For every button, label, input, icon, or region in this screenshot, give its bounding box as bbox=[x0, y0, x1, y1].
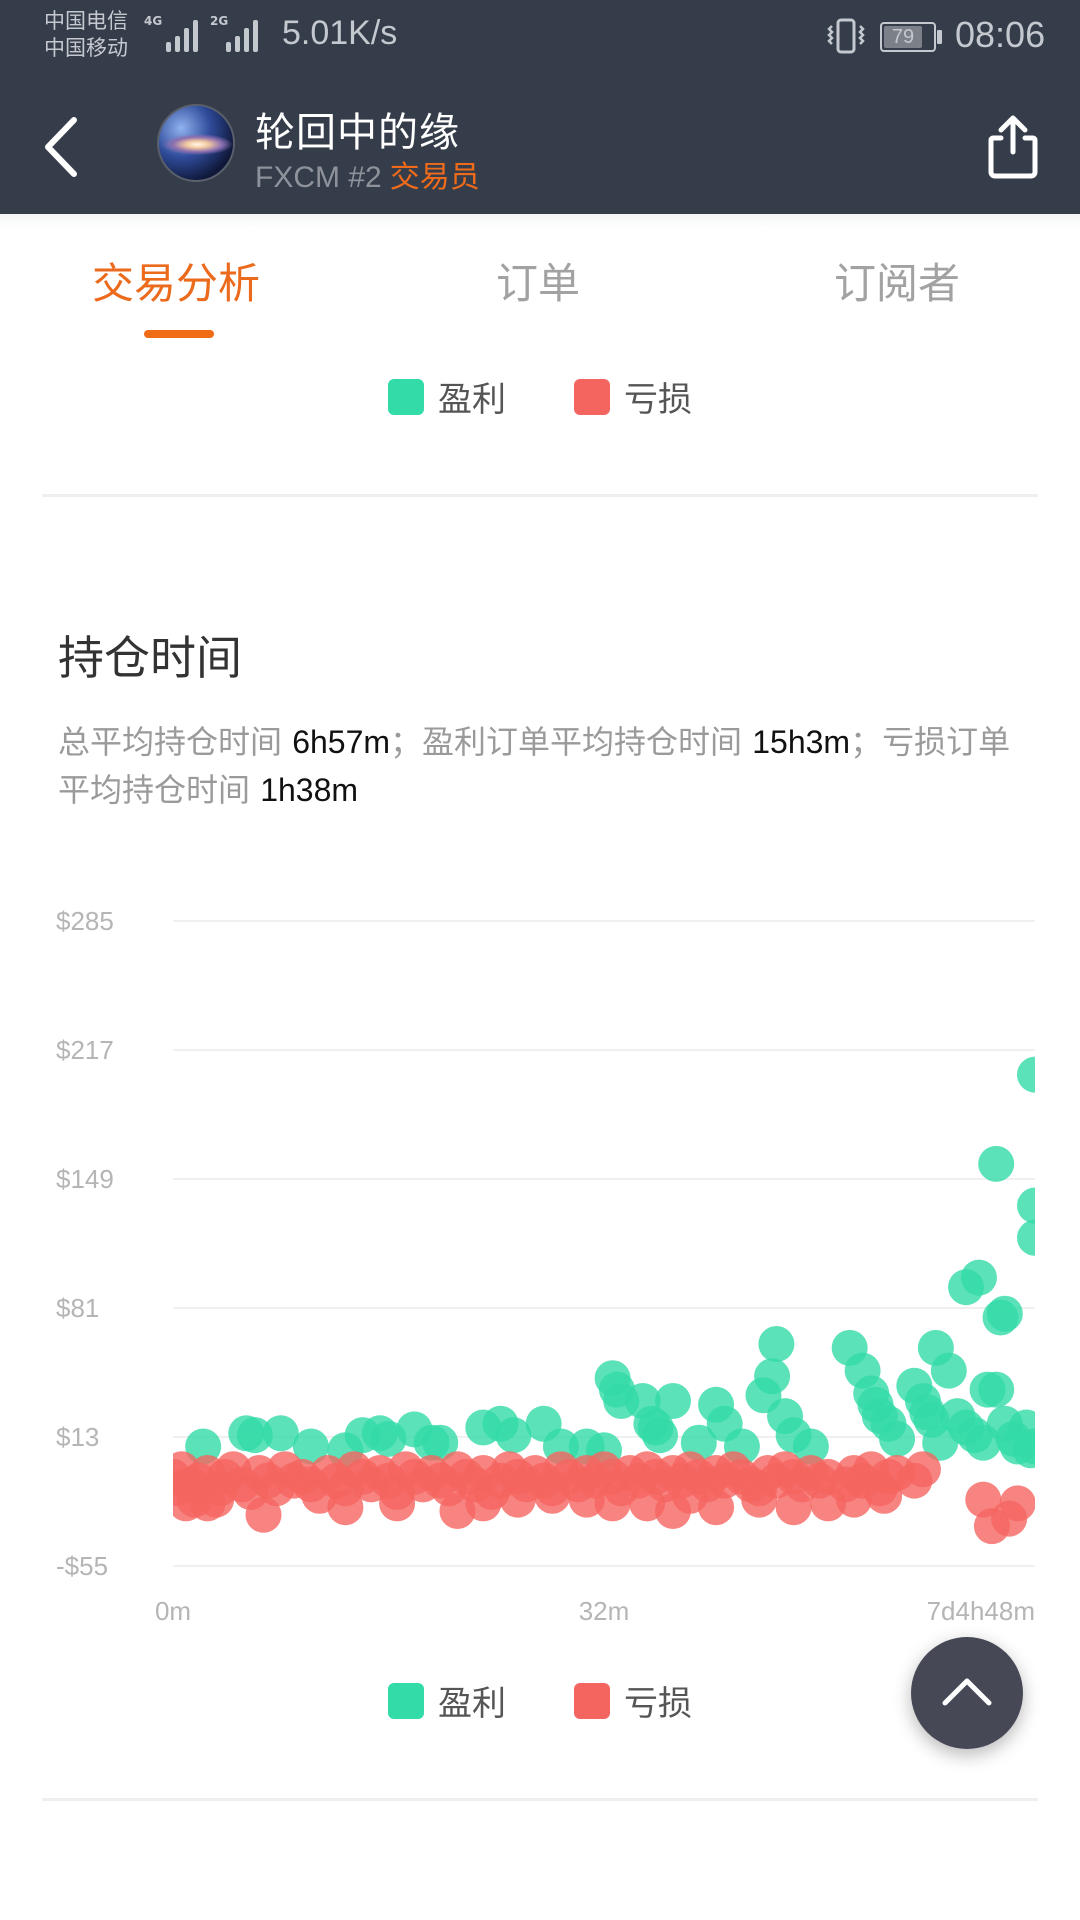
loss-point[interactable] bbox=[189, 1485, 226, 1522]
share-icon bbox=[988, 115, 1038, 179]
chevron-left-icon bbox=[45, 117, 77, 177]
header-shadow bbox=[0, 214, 1080, 228]
trader-subtitle: FXCM #2 交易员 bbox=[255, 152, 480, 196]
profit-swatch bbox=[388, 1682, 424, 1719]
y-tick-label: $81 bbox=[56, 1293, 99, 1323]
profit-point[interactable] bbox=[642, 1417, 679, 1454]
profit-point[interactable] bbox=[1017, 1219, 1053, 1256]
y-tick-label: $217 bbox=[56, 1035, 114, 1065]
share-button[interactable] bbox=[983, 114, 1043, 180]
tab-subscribers[interactable]: 订阅者 bbox=[834, 250, 960, 311]
avg-holding-loss: 1h38m bbox=[260, 772, 359, 808]
loss-swatch bbox=[574, 1682, 610, 1719]
battery-tip bbox=[937, 30, 942, 44]
loss-point[interactable] bbox=[379, 1485, 416, 1522]
signal-2g-icon: 2G bbox=[210, 14, 258, 52]
data-points bbox=[173, 1056, 1053, 1545]
x-tick-label: 0m bbox=[155, 1596, 191, 1626]
y-tick-label: $13 bbox=[56, 1422, 99, 1452]
carrier-labels: 中国电信 中国移动 bbox=[44, 8, 128, 62]
signal-4g-icon: 4G bbox=[144, 14, 198, 52]
avg-holding-all: 6h57m bbox=[292, 724, 391, 760]
profit-point[interactable] bbox=[879, 1420, 916, 1457]
x-tick-label: 32m bbox=[579, 1596, 630, 1626]
holding-time-scatter-chart: $285 $217 $149 $81 $13 -$55 0m 32m 7d4h48m bbox=[0, 880, 1080, 1640]
profit-point[interactable] bbox=[960, 1259, 997, 1296]
role-badge: 交易员 bbox=[389, 160, 480, 195]
back-button[interactable] bbox=[36, 112, 92, 182]
loss-point[interactable] bbox=[534, 1477, 571, 1514]
x-axis: 0m 32m 7d4h48m bbox=[155, 1596, 1035, 1626]
profit-point[interactable] bbox=[654, 1382, 691, 1419]
profit-swatch bbox=[388, 378, 424, 415]
avatar[interactable] bbox=[157, 104, 235, 182]
loss-point[interactable] bbox=[904, 1451, 941, 1488]
section-divider-bottom bbox=[42, 1798, 1038, 1801]
loss-point[interactable] bbox=[465, 1485, 502, 1522]
carrier-2: 中国移动 bbox=[44, 36, 128, 60]
profit-point[interactable] bbox=[1017, 1187, 1053, 1224]
loss-point[interactable] bbox=[327, 1489, 364, 1526]
legend-top: 盈利 亏损 bbox=[0, 372, 1080, 421]
scatter-svg: $285 $217 $149 $81 $13 -$55 0m 32m 7d4h48m bbox=[56, 906, 1053, 1626]
tab-bar: 交易分析 订单 订阅者 bbox=[0, 250, 1080, 340]
status-bar: 中国电信 中国移动 4G 2G 5.01K/s 79 08:06 bbox=[0, 0, 1080, 78]
y-tick-label: $149 bbox=[56, 1164, 114, 1194]
section-title: 持仓时间 bbox=[58, 631, 242, 685]
loss-point[interactable] bbox=[245, 1496, 282, 1533]
section-divider bbox=[42, 494, 1038, 497]
battery-icon: 79 bbox=[880, 22, 936, 52]
legend-item-profit[interactable]: 盈利 bbox=[388, 1676, 506, 1725]
chevron-up-icon bbox=[942, 1678, 992, 1706]
profit-point[interactable] bbox=[1017, 1428, 1053, 1465]
loss-point[interactable] bbox=[866, 1477, 903, 1514]
profit-point[interactable] bbox=[754, 1358, 791, 1395]
broker-label: FXCM #2 bbox=[255, 161, 382, 194]
profit-point[interactable] bbox=[1017, 1056, 1053, 1093]
profit-point[interactable] bbox=[978, 1145, 1015, 1182]
app-header: 轮回中的缘 FXCM #2 交易员 bbox=[0, 78, 1080, 214]
loss-point[interactable] bbox=[698, 1489, 735, 1526]
loss-point[interactable] bbox=[999, 1485, 1036, 1522]
loss-swatch bbox=[574, 378, 610, 415]
active-tab-indicator bbox=[144, 330, 214, 338]
profit-point[interactable] bbox=[758, 1326, 795, 1363]
y-axis: $285 $217 $149 $81 $13 -$55 bbox=[56, 906, 114, 1581]
tab-trade-analysis[interactable]: 交易分析 bbox=[92, 250, 260, 311]
avg-holding-profit: 15h3m bbox=[752, 724, 851, 760]
battery-level: 79 bbox=[884, 26, 922, 48]
loss-point[interactable] bbox=[594, 1485, 631, 1522]
legend-item-profit[interactable]: 盈利 bbox=[388, 372, 506, 421]
profit-point[interactable] bbox=[978, 1371, 1015, 1408]
profit-point[interactable] bbox=[986, 1295, 1023, 1332]
scroll-to-top-button[interactable] bbox=[911, 1637, 1023, 1749]
profit-point[interactable] bbox=[930, 1352, 967, 1389]
x-tick-label: 7d4h48m bbox=[927, 1596, 1035, 1626]
clock: 08:06 bbox=[955, 14, 1046, 55]
vibrate-icon bbox=[827, 18, 865, 54]
loss-point[interactable] bbox=[775, 1489, 812, 1526]
y-tick-label: $285 bbox=[56, 906, 114, 936]
tab-orders[interactable]: 订单 bbox=[496, 250, 580, 311]
holding-summary: 总平均持仓时间 6h57m；盈利订单平均持仓时间 15h3m；亏损订单平均持仓时… bbox=[58, 723, 1011, 809]
loss-point[interactable] bbox=[741, 1481, 778, 1518]
carrier-1: 中国电信 bbox=[44, 9, 128, 33]
trader-name: 轮回中的缘 bbox=[255, 110, 460, 156]
legend-item-loss[interactable]: 亏损 bbox=[574, 1676, 692, 1725]
y-tick-label: -$55 bbox=[56, 1551, 108, 1581]
loss-point[interactable] bbox=[499, 1481, 536, 1518]
network-speed: 5.01K/s bbox=[282, 14, 398, 52]
legend-item-loss[interactable]: 亏损 bbox=[574, 372, 692, 421]
